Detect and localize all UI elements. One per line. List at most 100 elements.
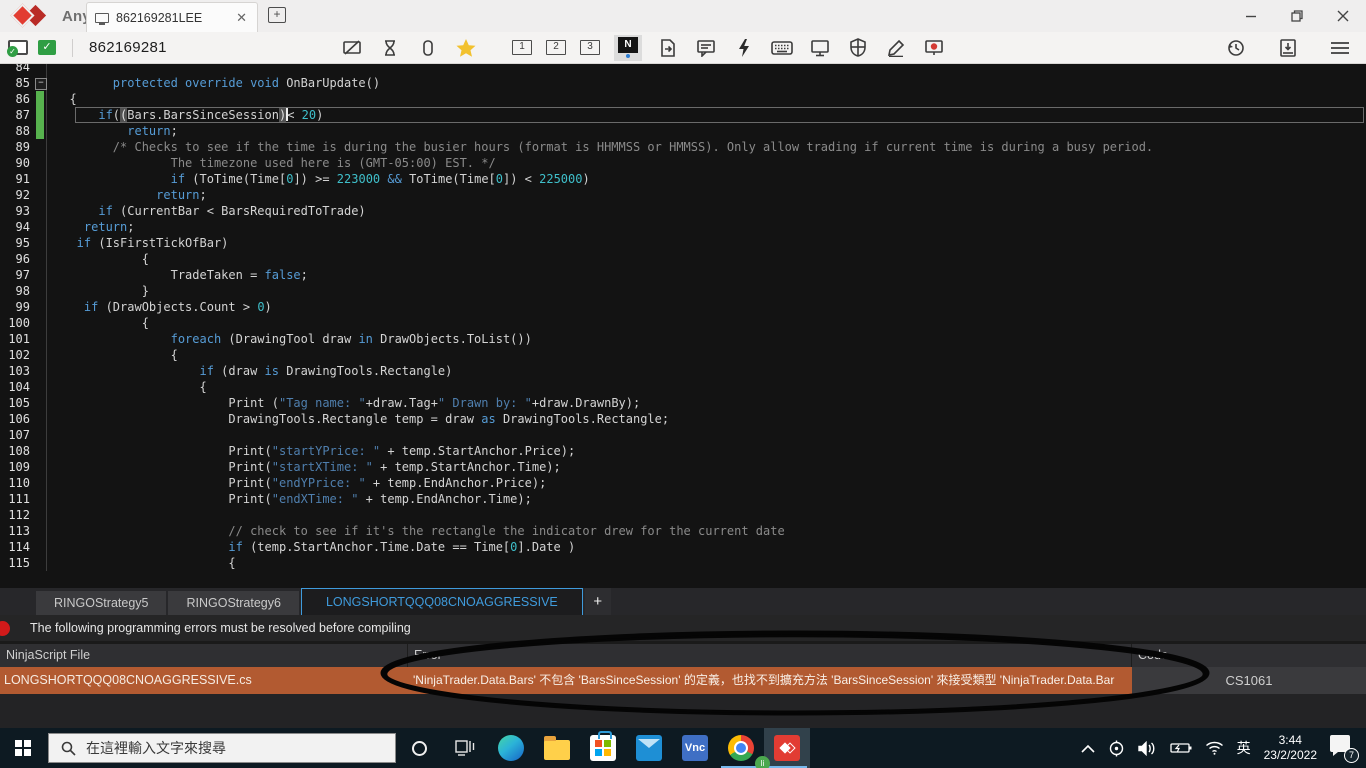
code-line[interactable]: 115 {: [0, 555, 1366, 571]
code-line[interactable]: 99 if (DrawObjects.Count > 0): [0, 299, 1366, 315]
code-line[interactable]: 93 if (CurrentBar < BarsRequiredToTrade): [0, 203, 1366, 219]
code-line[interactable]: 110 Print("endYPrice: " + temp.EndAnchor…: [0, 475, 1366, 491]
cortana-button[interactable]: [396, 728, 442, 768]
code-line[interactable]: 92 return;: [0, 187, 1366, 203]
code-line[interactable]: 111 Print("endXTime: " + temp.EndAnchor.…: [0, 491, 1366, 507]
record-session-icon[interactable]: [922, 36, 946, 60]
code-line[interactable]: 104 {: [0, 379, 1366, 395]
code-line[interactable]: 84: [0, 64, 1366, 75]
file-transfer-icon[interactable]: [656, 36, 680, 60]
change-bar: [30, 107, 47, 123]
line-number: 102: [8, 348, 30, 362]
privacy-mode-icon[interactable]: [340, 36, 364, 60]
wifi-icon[interactable]: [1205, 741, 1224, 755]
action-center-button[interactable]: 7: [1330, 735, 1359, 763]
language-indicator[interactable]: 英: [1237, 738, 1251, 758]
gutter: [30, 539, 47, 555]
permissions-shield-icon[interactable]: [846, 36, 870, 60]
code-editor[interactable]: 8485 protected override void OnBarUpdate…: [0, 64, 1366, 588]
code-line[interactable]: 100 {: [0, 315, 1366, 331]
code-line[interactable]: 88 return;: [0, 123, 1366, 139]
remote-session-tray-icon[interactable]: [1108, 740, 1125, 757]
code-line[interactable]: 90 The timezone used here is (GMT-05:00)…: [0, 155, 1366, 171]
restore-button[interactable]: [1274, 0, 1320, 32]
code-line[interactable]: 106 DrawingTools.Rectangle temp = draw a…: [0, 411, 1366, 427]
show-hidden-icons-chevron[interactable]: [1081, 744, 1095, 753]
code-text: {: [55, 348, 178, 362]
display-settings-icon[interactable]: [808, 36, 832, 60]
code-line[interactable]: 95 if (IsFirstTickOfBar): [0, 235, 1366, 251]
code-line[interactable]: 107: [0, 427, 1366, 443]
anydesk-icon: [774, 735, 800, 761]
error-row[interactable]: LONGSHORTQQQ08CNOAGGRESSIVE.cs 'NinjaTra…: [0, 667, 1366, 694]
code-line[interactable]: 105 Print ("Tag name: "+draw.Tag+" Drawn…: [0, 395, 1366, 411]
actions-lightning-icon[interactable]: [732, 36, 756, 60]
code-line[interactable]: 114 if (temp.StartAnchor.Time.Date == Ti…: [0, 539, 1366, 555]
code-line[interactable]: 85 protected override void OnBarUpdate(): [0, 75, 1366, 91]
code-line[interactable]: 91 if (ToTime(Time[0]) >= 223000 && ToTi…: [0, 171, 1366, 187]
task-view-button[interactable]: [442, 728, 488, 768]
add-tab-button[interactable]: +: [584, 588, 611, 615]
favorite-star-icon[interactable]: [454, 36, 478, 60]
code-text: if((Bars.BarsSinceSession)< 20): [55, 108, 324, 122]
code-line[interactable]: 98 }: [0, 283, 1366, 299]
code-line[interactable]: 94 return;: [0, 219, 1366, 235]
line-number: 110: [8, 476, 30, 490]
line-number: 85: [15, 76, 30, 90]
column-header-code[interactable]: Code: [1132, 644, 1366, 667]
line-number: 100: [8, 316, 30, 330]
column-header-file[interactable]: NinjaScript File: [0, 644, 408, 667]
monitor-1-button[interactable]: 1: [512, 40, 532, 55]
taskbar-anydesk[interactable]: [764, 728, 810, 768]
new-session-tab-button[interactable]: +: [268, 7, 286, 23]
keyboard-icon[interactable]: [770, 36, 794, 60]
code-line[interactable]: 113 // check to see if it's the rectangl…: [0, 523, 1366, 539]
tab-ringostrategy6[interactable]: RINGOStrategy6: [168, 591, 299, 615]
code-line[interactable]: 112: [0, 507, 1366, 523]
monitor-2-button[interactable]: 2: [546, 40, 566, 55]
code-line[interactable]: 108 Print("startYPrice: " + temp.StartAn…: [0, 443, 1366, 459]
code-line[interactable]: 96 {: [0, 251, 1366, 267]
session-tab[interactable]: 862169281LEE ✕: [86, 2, 258, 32]
taskbar-chrome[interactable]: li: [718, 728, 770, 768]
taskbar-clock[interactable]: 3:44 23/2/2022: [1264, 733, 1317, 763]
column-header-error[interactable]: Error: [408, 644, 1132, 667]
gutter: [30, 203, 47, 219]
minimize-button[interactable]: [1228, 0, 1274, 32]
battery-icon[interactable]: [1169, 742, 1192, 754]
code-line[interactable]: 87 if((Bars.BarsSinceSession)< 20): [0, 107, 1366, 123]
clipboard-sync-icon[interactable]: [416, 36, 440, 60]
close-button[interactable]: [1320, 0, 1366, 32]
monitor-3-button[interactable]: 3: [580, 40, 600, 55]
chat-icon[interactable]: [694, 36, 718, 60]
code-text: Print ("Tag name: "+draw.Tag+" Drawn by:…: [55, 396, 641, 410]
code-line[interactable]: 109 Print("startXTime: " + temp.StartAnc…: [0, 459, 1366, 475]
fold-marker-icon[interactable]: [30, 75, 47, 91]
session-recordings-icon[interactable]: [1276, 36, 1300, 60]
code-line[interactable]: 89 /* Checks to see if the time is durin…: [0, 139, 1366, 155]
taskbar-mail[interactable]: [626, 728, 672, 768]
code-text: {: [55, 380, 207, 394]
code-line[interactable]: 101 foreach (DrawingTool draw in DrawObj…: [0, 331, 1366, 347]
tab-ringostrategy5[interactable]: RINGOStrategy5: [36, 591, 167, 615]
taskbar-vnc[interactable]: Vnc: [672, 728, 718, 768]
volume-icon[interactable]: [1137, 740, 1157, 756]
taskbar-file-explorer[interactable]: [534, 728, 580, 768]
taskbar-store[interactable]: [580, 728, 626, 768]
tab-longshortqqq08cnoaggressive[interactable]: LONGSHORTQQQ08CNOAGGRESSIVE: [300, 588, 583, 615]
close-tab-icon[interactable]: ✕: [234, 10, 249, 26]
code-line[interactable]: 86 {: [0, 91, 1366, 107]
monitor-n-button[interactable]: N: [614, 34, 642, 61]
code-line[interactable]: 103 if (draw is DrawingTools.Rectangle): [0, 363, 1366, 379]
whiteboard-pen-icon[interactable]: [884, 36, 908, 60]
taskbar-edge[interactable]: [488, 728, 534, 768]
code-text: foreach (DrawingTool draw in DrawObjects…: [55, 332, 532, 346]
code-line[interactable]: 102 {: [0, 347, 1366, 363]
code-text: Print("startYPrice: " + temp.StartAnchor…: [55, 444, 576, 458]
taskbar-search-input[interactable]: 在這裡輸入文字來搜尋: [48, 733, 396, 763]
menu-icon[interactable]: [1328, 36, 1352, 60]
history-icon[interactable]: [1224, 36, 1248, 60]
start-button[interactable]: [0, 728, 46, 768]
code-line[interactable]: 97 TradeTaken = false;: [0, 267, 1366, 283]
hourglass-icon[interactable]: [378, 36, 402, 60]
